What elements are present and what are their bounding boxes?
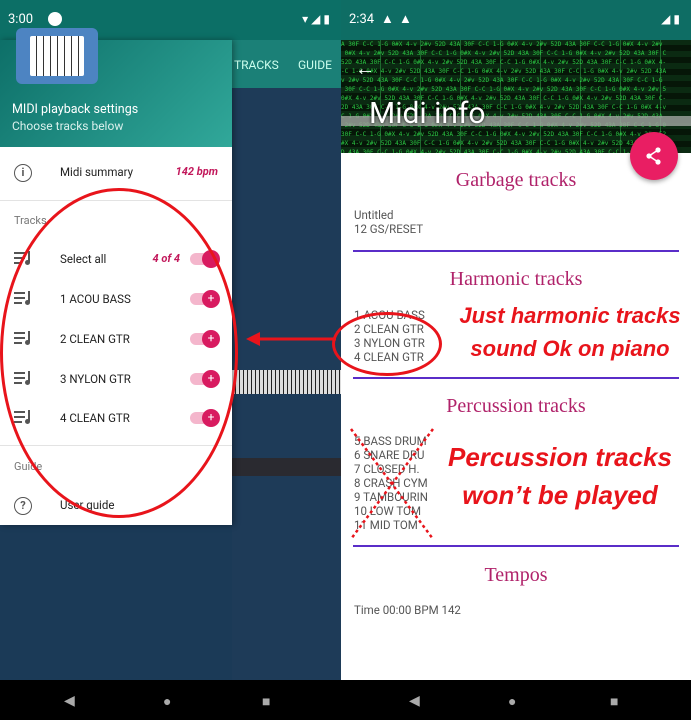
annotation-harmonic-line1: Just harmonic tracks — [459, 303, 681, 328]
annotation-harmonic-line2: sound Ok on piano — [470, 336, 670, 361]
queue-music-icon — [14, 251, 34, 269]
help-icon: ? — [14, 497, 34, 515]
left-phone-screen: 3:00 ▾◢▮ TRACKS GUIDE MIDI playback sett… — [0, 0, 341, 720]
annotation-arrow — [246, 332, 336, 346]
back-arrow-icon[interactable]: ← — [355, 56, 375, 81]
guide-section-title: Guide — [14, 460, 43, 473]
track-toggle[interactable]: + — [190, 330, 220, 348]
tab-guide[interactable]: GUIDE — [298, 58, 332, 72]
track-label: 2 CLEAN GTR — [60, 332, 130, 346]
track-label: 1 ACOU BASS — [60, 292, 131, 306]
background-tab-bar: TRACKS GUIDE — [232, 40, 341, 88]
track-toggle[interactable]: + — [190, 290, 220, 308]
plus-icon: + — [202, 290, 220, 308]
divider — [0, 445, 232, 446]
navigation-drawer: MIDI playback settings Choose tracks bel… — [0, 28, 232, 526]
annotation-oval — [332, 312, 442, 376]
annotation-cross — [349, 428, 435, 540]
selected-count: 4 of 4 — [152, 252, 181, 265]
app-logo — [16, 28, 98, 84]
recents-nav-icon[interactable]: ■ — [262, 693, 270, 710]
system-nav-bar: ◀ ● ■ — [0, 680, 341, 720]
tempos-heading: Tempos — [484, 564, 548, 586]
harmonic-tracks-heading: Harmonic tracks — [449, 268, 583, 290]
page-title: Midi info — [369, 96, 486, 131]
queue-music-icon — [14, 371, 34, 389]
section-divider — [353, 250, 679, 252]
queue-music-icon — [14, 291, 34, 309]
tempos-list: Time 00:00 BPM 142 — [354, 603, 461, 617]
section-divider — [353, 377, 679, 379]
piano-keys-icon — [30, 36, 84, 76]
drawer-subtitle: Choose tracks below — [12, 119, 124, 133]
track-row[interactable]: 1 ACOU BASS + — [0, 280, 232, 320]
garbage-tracks-heading: Garbage tracks — [455, 169, 577, 191]
plus-icon: + — [202, 409, 220, 427]
bpm-value: 142 bpm — [175, 165, 218, 178]
track-row[interactable]: 3 NYLON GTR + — [0, 360, 232, 400]
queue-music-icon — [14, 331, 34, 349]
queue-music-icon — [14, 410, 34, 428]
track-toggle[interactable]: + — [190, 409, 220, 427]
plus-icon: + — [202, 330, 220, 348]
track-row[interactable]: 4 CLEAN GTR + — [0, 399, 232, 439]
garbage-tracks-list: Untitled 12 GS/RESET — [354, 208, 424, 236]
home-nav-icon[interactable]: ● — [508, 693, 516, 710]
info-icon: i — [14, 164, 34, 182]
status-icons: ▾◢▮ — [302, 12, 333, 26]
background-piano-keys — [232, 370, 341, 394]
warning-icon: ▲ — [381, 12, 394, 27]
home-nav-icon[interactable]: ● — [163, 693, 171, 710]
select-all-row[interactable]: Select all 4 of 4 — [0, 240, 232, 280]
drawer-header: MIDI playback settings Choose tracks bel… — [0, 28, 232, 147]
track-toggle[interactable]: + — [190, 370, 220, 388]
status-time: 3:00 — [8, 12, 34, 27]
select-all-label: Select all — [60, 252, 107, 266]
tab-tracks[interactable]: TRACKS — [234, 58, 279, 72]
recents-nav-icon[interactable]: ■ — [610, 693, 618, 710]
track-label: 3 NYLON GTR — [60, 372, 131, 386]
system-nav-bar: ◀ ● ■ — [341, 680, 691, 720]
drawer-title: MIDI playback settings — [12, 102, 139, 117]
status-icons: ◢▮ — [661, 12, 683, 26]
user-guide-label: User guide — [60, 498, 115, 512]
background-toolbar-strip — [232, 458, 341, 476]
back-nav-icon[interactable]: ◀ — [64, 693, 75, 709]
annotation-percussion-line2: won’t be played — [462, 480, 658, 510]
notification-app-icon — [48, 12, 62, 26]
back-nav-icon[interactable]: ◀ — [409, 693, 420, 709]
track-row[interactable]: 2 CLEAN GTR + — [0, 320, 232, 360]
status-time: 2:34 — [349, 12, 375, 27]
share-icon — [646, 147, 661, 165]
section-divider — [353, 545, 679, 547]
tracks-section-title: Tracks — [14, 214, 47, 227]
track-label: 4 CLEAN GTR — [60, 411, 130, 425]
plus-icon: + — [202, 370, 220, 388]
status-bar: 2:34 ▲ ▲ ◢▮ — [341, 0, 691, 40]
user-guide-row[interactable]: ? User guide — [0, 486, 232, 526]
percussion-tracks-heading: Percussion tracks — [446, 395, 586, 417]
warning-icon: ▲ — [399, 12, 412, 27]
divider — [0, 200, 232, 201]
annotation-percussion-line1: Percussion tracks — [447, 442, 672, 472]
midi-summary-label: Midi summary — [60, 165, 134, 179]
select-all-toggle[interactable] — [190, 250, 220, 268]
midi-summary-row[interactable]: i Midi summary 142 bpm — [0, 153, 232, 193]
